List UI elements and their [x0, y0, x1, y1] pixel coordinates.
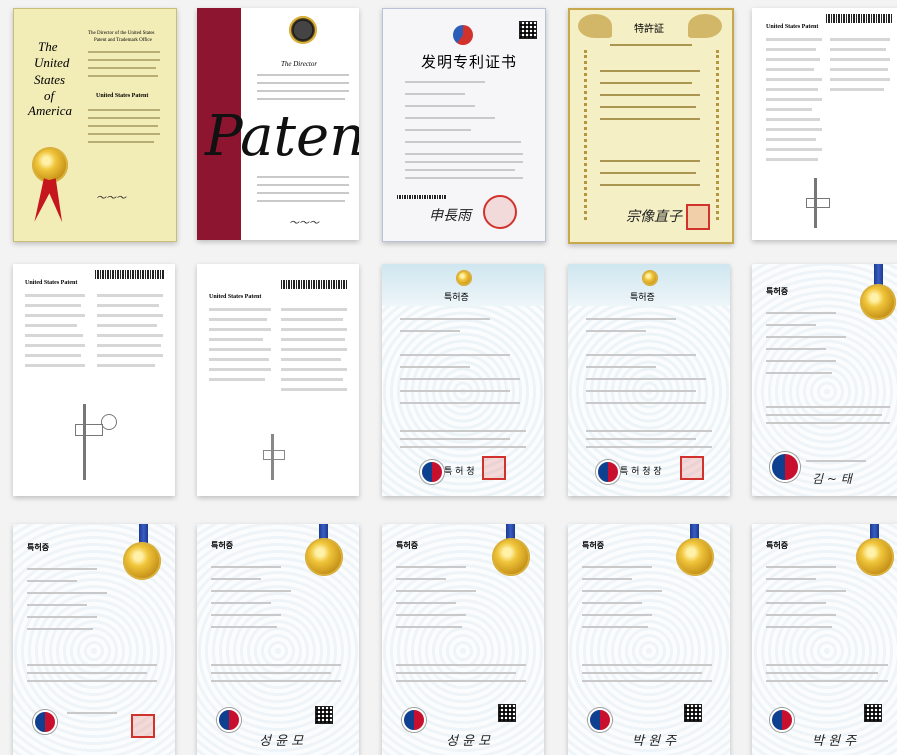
patent-big-title: Patent [205, 104, 359, 169]
qr-code-icon [498, 704, 516, 722]
kr-patent-certificate-b[interactable]: 특허증 특 허 청 장 [568, 264, 730, 496]
kr-cert-b-signature: 특 허 청 장 [620, 467, 662, 477]
signature-mark: 申長雨 [429, 208, 471, 224]
gold-seal-icon [305, 538, 343, 576]
gold-seal-icon [492, 538, 530, 576]
cn-cert-title: 发明专利证书 [421, 53, 518, 71]
jp-patent-certificate[interactable]: 特許証 宗像直子 [568, 8, 734, 244]
red-seal-icon [686, 204, 710, 230]
signature-mark: 김 ~ 태 [812, 472, 852, 486]
usa-logo-of: of [44, 88, 55, 103]
signature-mark: 박 원 주 [812, 734, 857, 749]
usa-logo-united: United [34, 55, 70, 70]
kr-cert-3-title: 특허증 [396, 541, 419, 550]
gold-seal-icon [642, 270, 658, 286]
black-gold-seal-icon [289, 16, 317, 44]
technical-drawing [83, 404, 86, 480]
patent-heading: The Director [281, 60, 318, 68]
kipo-logo-icon [770, 708, 794, 732]
us-cert-heading: United States Patent [96, 93, 149, 99]
gold-seal-icon [860, 284, 896, 320]
red-seal-icon [483, 195, 517, 229]
phoenix-left-icon [578, 14, 612, 38]
us-cert-header-2: Patent and Trademark Office [94, 38, 152, 43]
kr-patent-certificate-a[interactable]: 특허증 특 허 청 [382, 264, 544, 496]
cn-patent-certificate[interactable]: 发明专利证书 申長雨 [382, 8, 546, 242]
kr-patent-certificate-5[interactable]: 특허증 박 원 주 [752, 524, 897, 755]
us-patent-document-drawing[interactable]: United States Patent [13, 264, 175, 496]
us-doc-a-heading: United States Patent [25, 280, 78, 286]
red-seal-icon [482, 456, 506, 480]
cn-logo-icon [453, 25, 473, 45]
gold-seal-icon [123, 542, 161, 580]
qr-code-icon [519, 21, 537, 39]
kipo-logo-icon [588, 708, 612, 732]
usa-logo-america: America [28, 103, 73, 118]
red-seal-icon [680, 456, 704, 480]
phoenix-right-icon [688, 14, 722, 38]
kipo-logo-icon [402, 708, 426, 732]
kr-cert-a-title: 특허증 [444, 293, 469, 303]
patent-certificate[interactable]: The Director Patent ～〜～ [197, 8, 359, 240]
signature-mark: ～〜～ [289, 218, 319, 229]
gold-seal-icon [676, 538, 714, 576]
usa-logo-states: States [34, 72, 66, 87]
kipo-logo-icon [33, 710, 57, 734]
us-patent-document[interactable]: United States Patent [752, 8, 897, 240]
kr-cert-b-title: 특허증 [630, 293, 655, 303]
usa-logo-the: The [38, 39, 58, 54]
kipo-logo-icon [420, 460, 444, 484]
kr-cert-1-title: 특허증 [27, 543, 50, 552]
us-patent-document-2[interactable]: United States Patent [197, 264, 359, 496]
kr-patent-certificate-c[interactable]: 특허증 김 ~ 태 [752, 264, 897, 496]
gold-seal-icon [32, 147, 68, 183]
us-patent-certificate[interactable]: The United States of America The Directo… [13, 8, 177, 242]
kipo-logo-icon [770, 452, 800, 482]
kipo-logo-icon [217, 708, 241, 732]
signature-mark: 宗像直子 [626, 209, 682, 225]
signature-mark: 성 윤 모 [446, 734, 491, 749]
right-vine-decor [716, 50, 731, 220]
kr-patent-certificate-3[interactable]: 특허증 성 윤 모 [382, 524, 544, 755]
qr-code-icon [315, 706, 333, 724]
us-doc-heading: United States Patent [766, 24, 819, 30]
kipo-logo-icon [596, 460, 620, 484]
signature-mark: 박 원 주 [632, 734, 677, 749]
kr-cert-5-title: 특허증 [766, 541, 789, 550]
kr-cert-c-title: 특허증 [766, 287, 789, 296]
gold-seal-icon [856, 538, 894, 576]
us-doc-b-heading: United States Patent [209, 294, 262, 300]
gold-seal-icon [456, 270, 472, 286]
signature-mark: ～～〜 [96, 193, 126, 204]
qr-code-icon [684, 704, 702, 722]
qr-code-icon [864, 704, 882, 722]
jp-cert-title: 特許証 [634, 24, 664, 35]
us-cert-header-1: The Director of the United States [88, 31, 155, 36]
kr-cert-4-title: 특허증 [582, 541, 605, 550]
signature-mark: 성 윤 모 [259, 734, 304, 749]
left-vine-decor [572, 50, 587, 220]
kr-cert-2-title: 특허증 [211, 541, 234, 550]
kr-cert-a-signature: 특 허 청 [444, 467, 475, 477]
kr-patent-certificate-2[interactable]: 특허증 성 윤 모 [197, 524, 359, 755]
red-seal-icon [131, 714, 155, 738]
kr-patent-certificate-1[interactable]: 특허증 [13, 524, 175, 755]
kr-patent-certificate-4[interactable]: 특허증 박 원 주 [568, 524, 730, 755]
